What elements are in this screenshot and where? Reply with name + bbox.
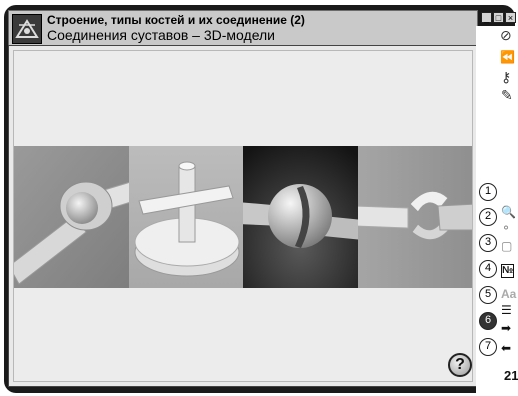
help-button[interactable]: ? xyxy=(448,353,472,377)
step-5-button[interactable]: 5 xyxy=(479,286,497,304)
maximize-button[interactable]: □ xyxy=(493,12,504,23)
app-frame: Строение, типы костей и их соединение (2… xyxy=(0,0,518,396)
step-1-button[interactable]: 1 xyxy=(479,183,497,201)
rewind-icon[interactable]: ⏪ xyxy=(500,50,515,64)
step-6-button[interactable]: 6 xyxy=(479,312,497,330)
window-subtitle: Соединения суставов – 3D-модели xyxy=(47,27,275,43)
minimize-button[interactable]: _ xyxy=(481,12,492,23)
step-4-button[interactable]: 4 xyxy=(479,260,497,278)
number-sign-icon[interactable]: № xyxy=(501,264,515,278)
page-number: 21 xyxy=(504,368,518,383)
step-3-button[interactable]: 3 xyxy=(479,234,497,252)
window-controls: _ □ × xyxy=(481,12,517,24)
pencil-icon[interactable]: ✎ xyxy=(501,88,513,102)
font-size-icon[interactable]: Aa xyxy=(501,288,516,300)
app-logo-icon xyxy=(12,14,42,44)
compass-icon[interactable]: ⊘ xyxy=(500,28,512,42)
content-area: ? xyxy=(8,45,478,387)
close-button[interactable]: × xyxy=(505,12,516,23)
cube-icon[interactable]: ▢ xyxy=(501,240,512,252)
model-ball-joint[interactable] xyxy=(14,146,129,288)
list-icon[interactable]: ☰ xyxy=(501,304,512,316)
arrow-right-icon[interactable]: ➡ xyxy=(501,322,511,334)
zoom-icon[interactable]: 🔍 xyxy=(501,206,516,218)
model-saddle-joint[interactable] xyxy=(357,146,472,288)
arrow-left-icon[interactable]: ⬅ xyxy=(501,342,511,354)
right-toolbar: ⊘ ⏪ ⚷ ✎ 1 2 3 4 5 6 7 🔍 ⚬ ▢ № Aa ☰ ➡ ⬅ 2… xyxy=(476,26,518,396)
molecule-icon[interactable]: ⚬ xyxy=(501,222,511,234)
step-2-button[interactable]: 2 xyxy=(479,208,497,226)
title-bar: Строение, типы костей и их соединение (2… xyxy=(8,10,478,46)
step-7-button[interactable]: 7 xyxy=(479,338,497,356)
key-icon[interactable]: ⚷ xyxy=(501,70,511,84)
viewer-panel: ? xyxy=(13,50,473,382)
model-hinge-joint[interactable] xyxy=(243,146,358,288)
window-title: Строение, типы костей и их соединение (2… xyxy=(47,13,305,27)
model-strip xyxy=(14,146,472,288)
model-pivot-joint[interactable] xyxy=(128,146,243,288)
